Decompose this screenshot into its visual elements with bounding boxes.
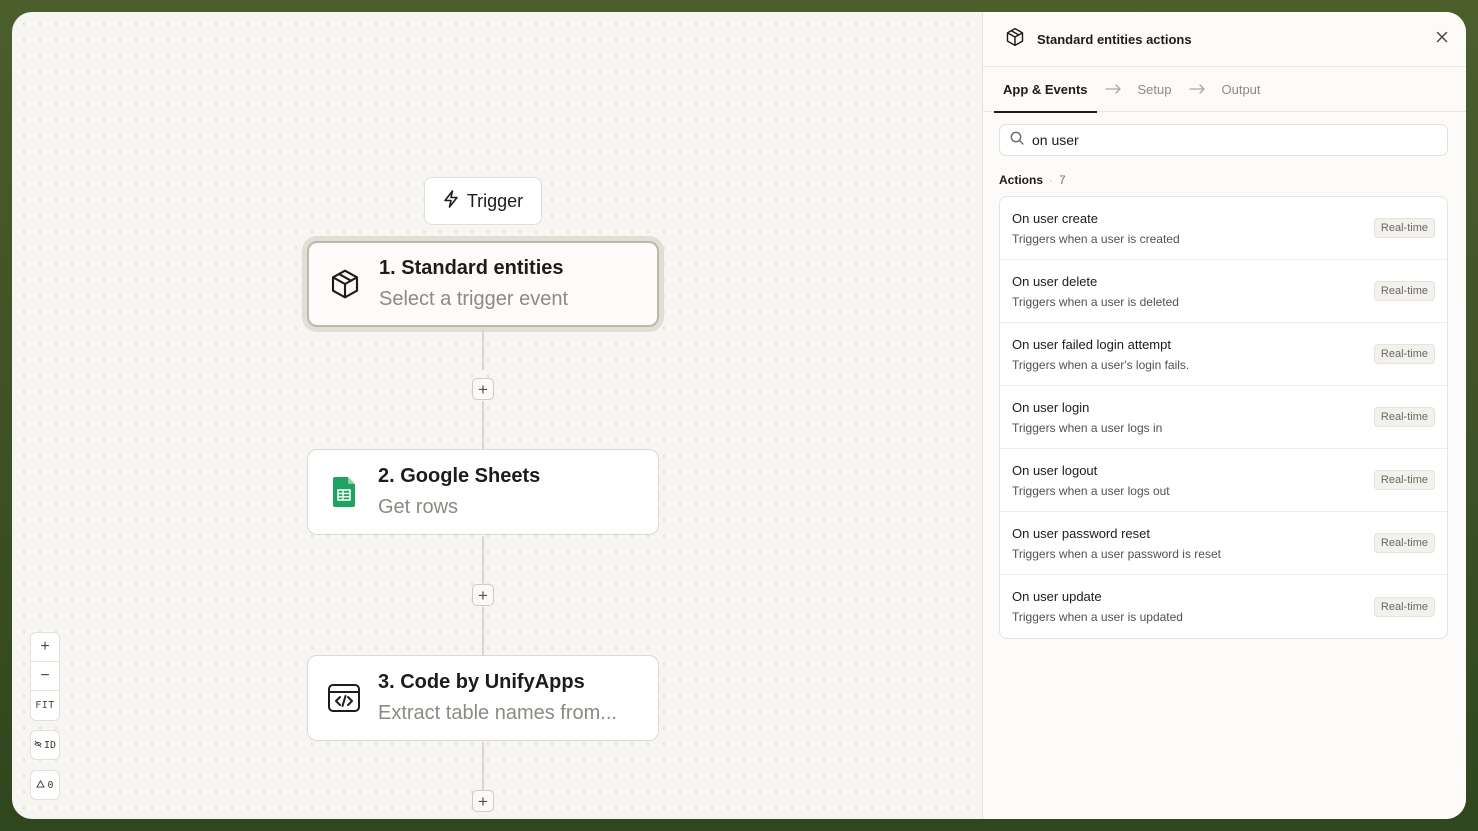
connector-line xyxy=(482,401,484,449)
action-description: Triggers when a user is created xyxy=(1012,231,1180,246)
actions-count: 7 xyxy=(1059,173,1066,187)
list-item[interactable]: On user update Triggers when a user is u… xyxy=(1000,575,1447,638)
realtime-badge: Real-time xyxy=(1373,596,1435,617)
cube-icon xyxy=(1005,27,1025,52)
node-subtitle: Get rows xyxy=(378,496,459,518)
add-step-button[interactable]: + xyxy=(472,378,494,400)
node-subtitle: Select a trigger event xyxy=(379,288,568,310)
search-icon xyxy=(1010,131,1024,150)
realtime-badge: Real-time xyxy=(1373,407,1435,427)
tab-output[interactable]: Output xyxy=(1222,82,1261,97)
action-description: Triggers when a user is deleted xyxy=(1012,294,1179,309)
code-icon xyxy=(326,683,362,713)
actions-panel: Standard entities actions App & Events S… xyxy=(982,12,1466,819)
id-toggle-label: ID xyxy=(43,739,57,751)
list-item[interactable]: On user logout Triggers when a user logs… xyxy=(1000,449,1447,512)
node-subtitle: Extract table names from... xyxy=(378,702,617,724)
action-description: Triggers when a user is updated xyxy=(1012,610,1183,624)
close-icon[interactable] xyxy=(1436,30,1448,48)
list-item[interactable]: On user failed login attempt Triggers wh… xyxy=(1000,323,1447,386)
connector-line xyxy=(482,330,484,370)
id-toggle-button[interactable]: ID xyxy=(30,730,60,760)
tab-setup[interactable]: Setup xyxy=(1138,82,1172,97)
action-description: Triggers when a user logs in xyxy=(1012,420,1163,435)
list-item[interactable]: On user delete Triggers when a user is d… xyxy=(1000,260,1447,323)
realtime-badge: Real-time xyxy=(1373,344,1435,364)
connector-line xyxy=(482,742,484,790)
warnings-count: 0 xyxy=(47,779,54,791)
connector-line xyxy=(482,607,484,655)
action-description: Triggers when a user's login fails. xyxy=(1012,357,1190,372)
trigger-label: Trigger xyxy=(466,190,524,211)
actions-label: Actions xyxy=(999,173,1044,187)
eye-off-icon xyxy=(34,740,42,751)
realtime-badge: Real-time xyxy=(1373,533,1435,553)
list-item[interactable]: On user password reset Triggers when a u… xyxy=(1000,512,1447,575)
action-name: On user login xyxy=(1012,399,1090,415)
add-step-button[interactable]: + xyxy=(472,790,494,812)
panel-header: Standard entities actions xyxy=(983,12,1466,67)
action-name: On user password reset xyxy=(1012,525,1151,541)
realtime-badge: Real-time xyxy=(1373,218,1435,238)
trigger-pill[interactable]: Trigger xyxy=(424,177,542,225)
workflow-node-code[interactable]: 3. Code by UnifyApps Extract table names… xyxy=(307,655,659,741)
arrow-right-icon xyxy=(1104,81,1121,98)
node-title: 2. Google Sheets xyxy=(378,465,541,487)
realtime-badge: Real-time xyxy=(1373,470,1435,490)
action-name: On user delete xyxy=(1012,273,1098,289)
action-name: On user create xyxy=(1012,210,1098,226)
warning-icon xyxy=(36,779,46,791)
warnings-button[interactable]: 0 xyxy=(30,770,60,800)
zoom-controls: + − FIT xyxy=(30,632,60,721)
panel-title: Standard entities actions xyxy=(1037,31,1192,47)
action-description: Triggers when a user logs out xyxy=(1012,483,1170,498)
actions-header: Actions · 7 xyxy=(999,173,1466,187)
search-box[interactable] xyxy=(999,124,1448,156)
workflow-node-standard-entities[interactable]: 1. Standard entities Select a trigger ev… xyxy=(307,241,659,327)
separator-dot: · xyxy=(1049,173,1054,187)
node-title: 3. Code by UnifyApps xyxy=(378,671,585,693)
tab-app-events[interactable]: App & Events xyxy=(994,82,1096,113)
lightning-icon xyxy=(443,189,459,213)
google-sheets-icon xyxy=(326,477,362,507)
app-frame: Trigger 1. Standard entities Select a tr… xyxy=(12,12,1466,819)
step-tabs: App & Events Setup Output xyxy=(983,67,1466,113)
list-item[interactable]: On user create Triggers when a user is c… xyxy=(1000,197,1447,260)
workflow-node-google-sheets[interactable]: 2. Google Sheets Get rows xyxy=(307,449,659,535)
node-title: 1. Standard entities xyxy=(379,257,564,279)
cube-icon xyxy=(327,268,363,300)
actions-list: On user create Triggers when a user is c… xyxy=(999,196,1448,639)
realtime-badge: Real-time xyxy=(1373,281,1435,301)
zoom-in-button[interactable]: + xyxy=(31,633,59,662)
list-item[interactable]: On user login Triggers when a user logs … xyxy=(1000,386,1447,449)
connector-line xyxy=(482,536,484,584)
search-input[interactable] xyxy=(1032,132,1412,148)
action-name: On user failed login attempt xyxy=(1012,336,1171,352)
add-step-button[interactable]: + xyxy=(472,584,494,606)
arrow-right-icon xyxy=(1188,81,1205,98)
action-description: Triggers when a user password is reset xyxy=(1012,546,1221,561)
zoom-out-button[interactable]: − xyxy=(31,662,59,691)
action-name: On user logout xyxy=(1012,462,1098,478)
action-name: On user update xyxy=(1012,589,1102,604)
fit-view-button[interactable]: FIT xyxy=(31,691,59,720)
